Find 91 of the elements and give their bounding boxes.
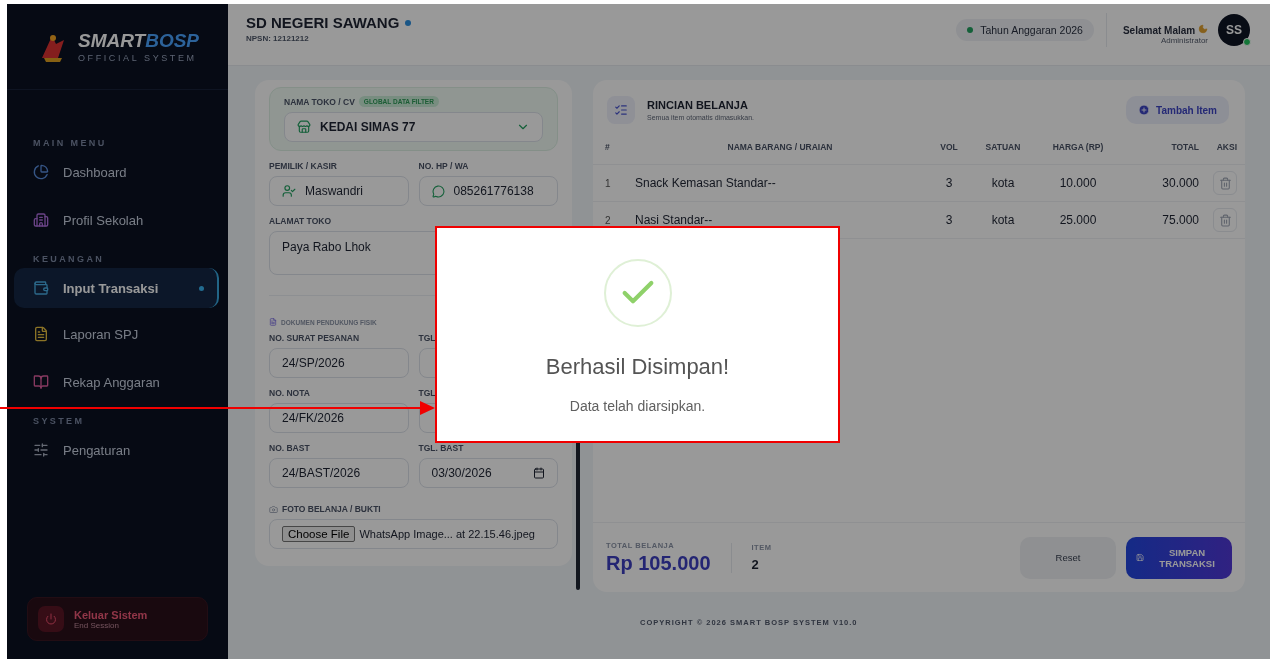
reset-button[interactable]: Reset — [1020, 536, 1116, 579]
table-cell-text: 30.000 — [1161, 176, 1199, 190]
field-label: NO. HP / WA — [418, 161, 470, 171]
save-icon — [1136, 552, 1145, 563]
table-cell-text: Nasi Standar-- — [635, 213, 714, 227]
logout-sublabel: End Session — [74, 620, 120, 630]
checklist-icon — [607, 96, 635, 124]
nav-icon — [33, 442, 49, 458]
trash-icon — [1218, 176, 1232, 190]
phone-field[interactable]: 085261776138 — [418, 176, 558, 206]
field-label: TGL — [418, 333, 437, 343]
table-cell-text: 1 — [605, 177, 612, 189]
nav-icon — [33, 326, 49, 342]
dialog-title: Berhasil Disimpan! — [545, 354, 730, 380]
total-value: Rp 105.000 — [606, 551, 711, 575]
chat-icon — [431, 184, 445, 198]
verified-icon — [405, 19, 412, 26]
power-icon — [38, 606, 64, 632]
item-count: 2 — [751, 557, 760, 572]
nav-icon — [33, 212, 49, 228]
budget-year-pill: Tahun Anggaran 2026 — [956, 18, 1094, 41]
nav-item[interactable]: Input Transaksi — [14, 268, 219, 308]
owner-field[interactable]: Maswandri — [269, 176, 409, 206]
document-icon — [269, 318, 277, 326]
nav-item[interactable]: Dashboard — [20, 152, 215, 192]
logo-tagline: OFFICIAL SYSTEM — [77, 53, 198, 63]
column-header: SATUAN — [984, 142, 1022, 152]
column-header: # — [605, 142, 611, 152]
table-cell-text: Snack Kemasan Standar-- — [635, 176, 777, 190]
logout-label: Keluar Sistem — [74, 608, 148, 621]
trash-icon — [1218, 213, 1232, 227]
column-header: AKSI — [1215, 142, 1237, 152]
nav-icon — [33, 374, 49, 390]
column-header: HARGA (RP) — [1051, 142, 1105, 152]
table-cell-text: kota — [990, 213, 1016, 227]
text-field[interactable]: 24/FK/2026 — [269, 403, 409, 433]
column-header: TOTAL — [1170, 142, 1199, 152]
store-select[interactable]: KEDAI SIMAS 77 — [284, 112, 543, 142]
field-label: PEMILIK / KASIR — [269, 161, 338, 171]
nav-item[interactable]: Profil Sekolah — [20, 200, 215, 240]
calendar-icon — [533, 467, 545, 479]
nav-item[interactable]: Rekap Anggaran — [20, 362, 215, 402]
avatar[interactable]: SS — [1218, 13, 1250, 46]
field-label: TGL. BAST — [418, 443, 465, 453]
items-title: RINCIAN BELANJA — [647, 99, 749, 111]
check-icon — [603, 259, 672, 327]
field-label: TGL — [418, 388, 437, 398]
column-header: NAMA BARANG / URAIAN — [726, 142, 834, 152]
section-heading: MAIN MENU — [32, 138, 108, 148]
field-label: FOTO BELANJA / BUKTI — [282, 504, 381, 514]
delete-button[interactable] — [1213, 208, 1237, 232]
delete-button[interactable] — [1213, 171, 1237, 195]
section-heading: SYSTEM — [32, 416, 86, 426]
field-label: NO. SURAT PESANAN — [269, 333, 361, 343]
table-cell-text: 3 — [944, 176, 954, 190]
save-button[interactable]: SIMPAN TRANSAKSI — [1126, 536, 1232, 579]
nav-icon — [33, 164, 49, 180]
logo-text: SMARTBOSP — [77, 30, 200, 52]
field-label: ALAMAT TOKO — [269, 216, 332, 226]
table-cell-text: 75.000 — [1161, 213, 1199, 227]
user-role: Administrator — [1159, 36, 1208, 45]
table-cell-text: 25.000 — [1058, 213, 1098, 227]
camera-icon — [269, 504, 278, 514]
field-label: NO. NOTA — [269, 388, 311, 398]
moon-icon — [1198, 24, 1208, 34]
store-icon — [297, 120, 311, 134]
greeting: Selamat Malam — [1122, 25, 1196, 36]
table-cell-text: 3 — [944, 213, 954, 227]
nav-icon — [33, 280, 49, 296]
text-field[interactable]: 24/BAST/2026 — [269, 458, 409, 488]
nav-item[interactable]: Laporan SPJ — [20, 314, 215, 354]
text-field[interactable]: 24/SP/2026 — [269, 348, 409, 378]
table-cell-text: 10.000 — [1058, 176, 1098, 190]
choose-file-button[interactable]: Choose File — [282, 526, 356, 542]
date-field[interactable]: 03/30/2026 — [418, 458, 558, 488]
npsn: NPSN: 12121212 — [246, 34, 310, 43]
active-dot — [199, 285, 204, 291]
nav-item[interactable]: Pengaturan — [20, 430, 215, 470]
add-item-button[interactable]: Tambah Item — [1126, 96, 1229, 124]
scrollbar-thumb[interactable] — [576, 440, 580, 590]
file-field[interactable]: Choose File WhatsApp Image... at 22.15.46.jpeg — [269, 519, 558, 549]
section-heading: KEUANGAN — [32, 254, 106, 264]
plus-icon — [1138, 104, 1151, 116]
field-label: NO. BAST — [269, 443, 311, 453]
table-cell-text: 2 — [605, 214, 612, 226]
dialog-message: Data telah diarsipkan. — [569, 398, 706, 414]
user-icon — [282, 184, 296, 198]
school-name: SD NEGERI SAWANG — [246, 14, 400, 31]
field-label: NAMA TOKO / CV — [284, 96, 355, 107]
table-cell-text: kota — [990, 176, 1016, 190]
column-header: VOL — [939, 142, 959, 152]
